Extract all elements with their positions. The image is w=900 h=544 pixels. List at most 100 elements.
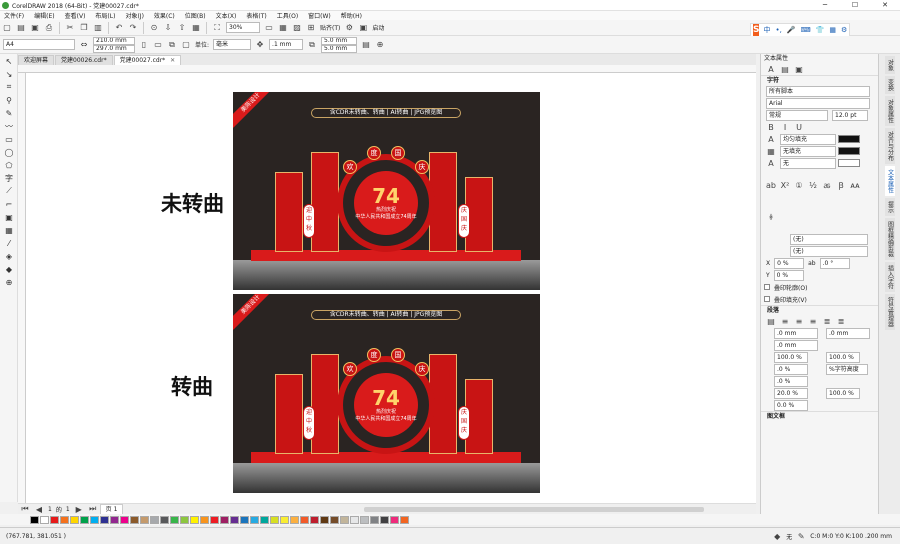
spacing-unit-select[interactable]: %字符高度 (826, 363, 868, 375)
color-swatch[interactable] (140, 515, 149, 524)
undo-icon[interactable]: ↶ (113, 22, 125, 34)
color-swatch[interactable] (370, 515, 379, 524)
color-swatch[interactable] (150, 515, 159, 524)
add-icon[interactable]: ⊕ (374, 39, 386, 51)
language-spacing-input[interactable]: 100.0 % (826, 387, 860, 399)
color-swatch[interactable] (200, 515, 209, 524)
color-swatch[interactable] (120, 515, 129, 524)
italic-icon[interactable]: I (779, 121, 791, 133)
new-icon[interactable]: ▢ (1, 22, 13, 34)
pick-tool-icon[interactable]: ↖ (2, 55, 16, 67)
sidetab-symbol-manager[interactable]: 符号管理器 (884, 294, 895, 330)
fraction-icon[interactable]: ½ (807, 179, 819, 191)
word-spacing-input[interactable]: 20.0 % (774, 387, 808, 399)
poster-unconverted[interactable]: 美陈设计 含CDR未转曲、转曲 | AI转曲 | JPG预览图 74 热烈庆祝 … (233, 92, 540, 290)
color-swatch[interactable] (360, 515, 369, 524)
color-swatch[interactable] (60, 515, 69, 524)
superscript-icon[interactable]: X² (779, 179, 791, 191)
eyedropper-icon[interactable]: ⁄ (2, 237, 16, 249)
color-swatch[interactable] (230, 515, 239, 524)
color-swatch[interactable] (90, 515, 99, 524)
close-button[interactable]: ✕ (875, 0, 895, 11)
ime-keyboard-icon[interactable]: ⌨ (801, 26, 811, 34)
color-swatch[interactable] (250, 515, 259, 524)
line-spacing-input[interactable]: 100.0 % (826, 351, 860, 363)
paragraph-icon[interactable]: ▤ (779, 63, 791, 75)
poster-converted[interactable]: 美陈设计 含CDR未转曲、转曲 | AI转曲 | JPG预览图 74 热烈庆祝 … (233, 294, 540, 493)
color-swatch[interactable] (40, 515, 49, 524)
menu-object[interactable]: 对象(J) (125, 11, 143, 20)
units-select[interactable]: 毫米 (213, 39, 252, 50)
open-icon[interactable]: ▤ (15, 22, 27, 34)
frame-section[interactable]: 图文框 (761, 411, 878, 421)
sidetab-object-properties[interactable]: 对象属性 (884, 96, 895, 126)
options-gear-icon[interactable]: ⚙ (343, 22, 355, 34)
ime-skin-icon[interactable]: 👕 (816, 26, 825, 34)
x-offset-input[interactable]: 0 % (774, 257, 805, 269)
export-icon[interactable]: ⇧ (176, 22, 188, 34)
color-swatch[interactable] (70, 515, 79, 524)
no-align-icon[interactable]: ▤ (765, 315, 777, 327)
page-height-input[interactable]: 297.0 mm (93, 44, 135, 53)
ligature-icon[interactable]: ab (765, 179, 777, 191)
background-color-swatch[interactable] (838, 147, 860, 155)
fill-color-swatch[interactable] (838, 135, 860, 143)
y-offset-input[interactable]: 0 % (773, 269, 804, 281)
maximize-button[interactable]: ☐ (845, 0, 865, 11)
ime-toolbox-icon[interactable]: ▦ (829, 26, 836, 34)
font-select[interactable]: Arial (766, 97, 870, 109)
minimize-button[interactable]: ─ (815, 0, 835, 11)
color-swatch[interactable] (190, 515, 199, 524)
menu-tools[interactable]: 工具(O) (277, 11, 298, 20)
full-screen-icon[interactable]: ⛶ (211, 22, 223, 34)
sidetab-objects[interactable]: 对象 (884, 56, 895, 74)
color-swatch[interactable] (350, 515, 359, 524)
color-swatch[interactable] (390, 515, 399, 524)
sidetab-text-properties[interactable]: 文本属性 (884, 166, 895, 196)
angle-input[interactable]: .0 ° (819, 257, 850, 269)
color-swatch[interactable] (110, 515, 119, 524)
grid-icon[interactable]: ▨ (291, 22, 303, 34)
menu-file[interactable]: 文件(F) (4, 11, 24, 20)
color-swatch[interactable] (300, 515, 309, 524)
sidetab-insert-character[interactable]: 插入字符 (884, 262, 895, 292)
connector-tool-icon[interactable]: ⌐ (2, 198, 16, 210)
character-icon[interactable]: A (765, 63, 777, 75)
color-swatch[interactable] (30, 515, 39, 524)
artistic-media-icon[interactable]: 〰 (2, 120, 16, 132)
color-swatch[interactable] (80, 515, 89, 524)
option-select-1[interactable]: (无) (790, 233, 868, 245)
align-right-icon[interactable]: ≡ (807, 315, 819, 327)
color-swatch[interactable] (100, 515, 109, 524)
sidetab-transform[interactable]: 变换 (884, 76, 895, 94)
menu-layout[interactable]: 布局(L) (95, 11, 115, 20)
color-swatch[interactable] (320, 515, 329, 524)
color-swatch[interactable] (130, 515, 139, 524)
color-swatch[interactable] (240, 515, 249, 524)
snap-to-button[interactable]: 贴齐(T) (320, 23, 340, 32)
rectangle-tool-icon[interactable]: ▭ (2, 133, 16, 145)
color-swatch[interactable] (380, 515, 389, 524)
print-icon[interactable]: ⎙ (43, 22, 55, 34)
tab-welcome[interactable]: 欢迎屏幕 (18, 55, 55, 65)
nudge-distance-input[interactable]: .1 mm (269, 39, 304, 50)
bold-icon[interactable]: B (765, 121, 777, 133)
crop-tool-icon[interactable]: ⌗ (2, 81, 16, 93)
rulers-icon[interactable]: ▦ (277, 22, 289, 34)
color-swatch[interactable] (260, 515, 269, 524)
color-swatch[interactable] (210, 515, 219, 524)
horizontal-scrollbar[interactable] (364, 506, 705, 512)
copy-icon[interactable]: ❐ (78, 22, 90, 34)
menu-window[interactable]: 窗口(W) (308, 11, 331, 20)
landscape-icon[interactable]: ▭ (152, 39, 164, 51)
color-swatch[interactable] (310, 515, 319, 524)
page-tab[interactable]: 页 1 (99, 504, 124, 514)
tab-doc-26[interactable]: 党建00026.cdr* (55, 55, 113, 65)
menu-table[interactable]: 表格(T) (246, 11, 266, 20)
ime-chinese-mode[interactable]: 中 (763, 25, 770, 35)
color-swatch[interactable] (50, 515, 59, 524)
search-content-icon[interactable]: ⊙ (148, 22, 160, 34)
save-icon[interactable]: ▣ (29, 22, 41, 34)
page-width-input[interactable]: 210.0 mm (93, 36, 135, 45)
duplicate-x-input[interactable]: 5.0 mm (321, 36, 358, 45)
